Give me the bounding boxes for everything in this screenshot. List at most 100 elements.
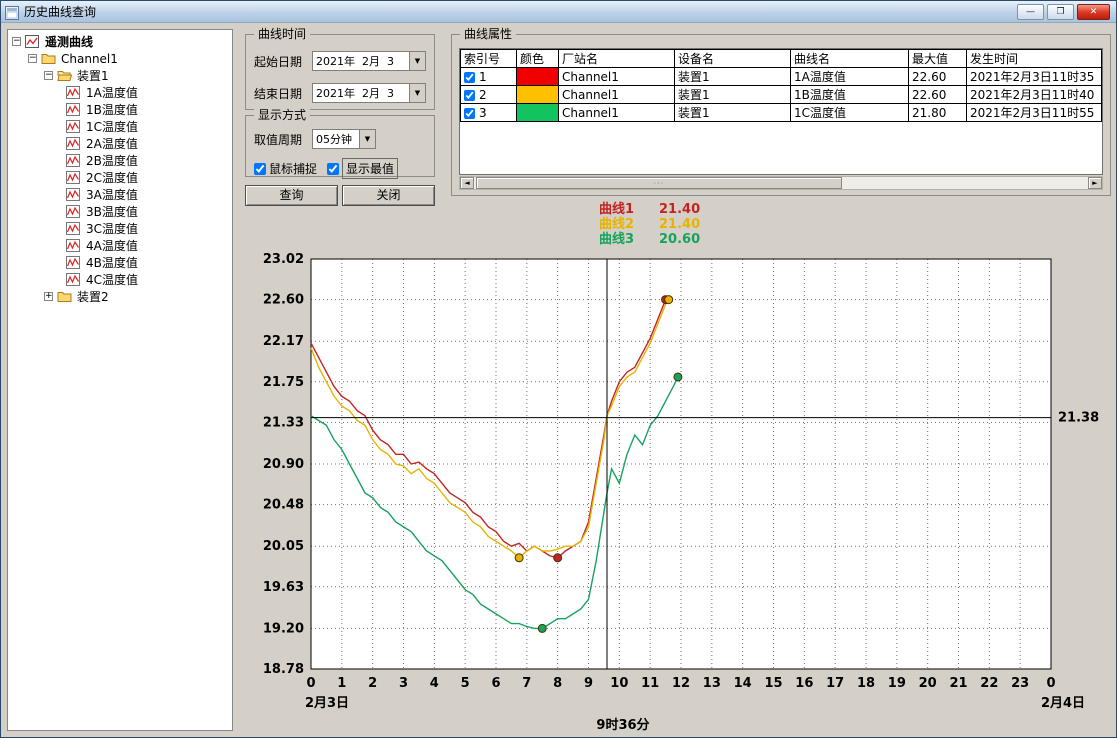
tree-label: 装置2 bbox=[77, 288, 109, 305]
tree-leaf-4A温度值[interactable]: 4A温度值 bbox=[8, 237, 232, 254]
collapse-icon[interactable]: − bbox=[28, 54, 37, 63]
scroll-left-icon[interactable]: ◄ bbox=[460, 177, 474, 189]
display-mode-title: 显示方式 bbox=[254, 108, 310, 122]
svg-text:22.17: 22.17 bbox=[263, 334, 304, 349]
close-dialog-button[interactable]: 关闭 bbox=[342, 185, 435, 206]
svg-text:18: 18 bbox=[857, 676, 875, 691]
legend-value: 21.40 bbox=[659, 217, 700, 232]
cell-station: Channel1 bbox=[559, 86, 675, 104]
curve-time-groupbox: 曲线时间 起始日期 2021年 2月 3 ▼ 结束日期 2021年 2月 3 ▼ bbox=[245, 34, 435, 110]
mouse-capture-checkbox[interactable] bbox=[254, 163, 266, 175]
cell-index: 2 bbox=[461, 86, 517, 104]
start-date-value: 2021年 2月 3 bbox=[313, 53, 409, 69]
cell-occur-time: 2021年2月3日11时35 bbox=[967, 68, 1102, 86]
scrollbar-thumb[interactable]: ··· bbox=[476, 177, 842, 189]
cell-max-value: 21.80 bbox=[909, 104, 967, 122]
svg-text:23.02: 23.02 bbox=[263, 252, 304, 267]
row-checkbox[interactable] bbox=[464, 108, 475, 119]
scroll-right-icon[interactable]: ► bbox=[1088, 177, 1102, 189]
svg-text:15: 15 bbox=[764, 676, 782, 691]
cell-occur-time: 2021年2月3日11时40 bbox=[967, 86, 1102, 104]
maximize-button[interactable]: ❐ bbox=[1047, 4, 1074, 20]
svg-text:0: 0 bbox=[306, 676, 315, 691]
start-date-combo[interactable]: 2021年 2月 3 ▼ bbox=[312, 51, 426, 71]
show-extreme-checkbox[interactable] bbox=[327, 163, 339, 175]
query-button[interactable]: 查询 bbox=[245, 185, 338, 206]
svg-text:21.75: 21.75 bbox=[263, 375, 304, 390]
tree-label: 2A温度值 bbox=[86, 135, 138, 152]
svg-text:12: 12 bbox=[672, 676, 690, 691]
svg-text:9时36分: 9时36分 bbox=[596, 717, 649, 733]
tree-leaf-2C温度值[interactable]: 2C温度值 bbox=[8, 169, 232, 186]
tree-node-device1[interactable]: −装置1 bbox=[8, 67, 232, 84]
expand-icon[interactable]: + bbox=[44, 292, 53, 301]
close-button[interactable]: ✕ bbox=[1077, 4, 1110, 20]
tree-leaf-1A温度值[interactable]: 1A温度值 bbox=[8, 84, 232, 101]
curve-time-title: 曲线时间 bbox=[254, 27, 310, 41]
tree-label: 4A温度值 bbox=[86, 237, 138, 254]
folder-open-icon bbox=[57, 69, 73, 82]
show-extreme-option[interactable]: 显示最值 bbox=[327, 158, 398, 179]
svg-text:21.38: 21.38 bbox=[1058, 411, 1099, 426]
tree-label: 3B温度值 bbox=[86, 203, 138, 220]
tree-label: 1C温度值 bbox=[86, 118, 138, 135]
tree-leaf-3A温度值[interactable]: 3A温度值 bbox=[8, 186, 232, 203]
color-swatch bbox=[517, 104, 559, 122]
chevron-down-icon[interactable]: ▼ bbox=[409, 84, 425, 102]
svg-text:18.78: 18.78 bbox=[263, 662, 304, 677]
history-curve-chart[interactable]: 0123456789101112131415161718192021222302… bbox=[251, 249, 1111, 737]
tree-label: 3A温度值 bbox=[86, 186, 138, 203]
tree-leaf-3C温度值[interactable]: 3C温度值 bbox=[8, 220, 232, 237]
tree-node-device2[interactable]: + 装置2 bbox=[8, 288, 232, 305]
curve-icon bbox=[66, 171, 82, 184]
legend-value: 21.40 bbox=[659, 202, 700, 217]
row-checkbox[interactable] bbox=[464, 90, 475, 101]
period-value: 05分钟 bbox=[313, 131, 359, 147]
tree-leaf-2B温度值[interactable]: 2B温度值 bbox=[8, 152, 232, 169]
column-header: 厂站名 bbox=[559, 50, 675, 68]
tree-leaf-2A温度值[interactable]: 2A温度值 bbox=[8, 135, 232, 152]
period-combo[interactable]: 05分钟 ▼ bbox=[312, 129, 376, 149]
cell-index: 1 bbox=[461, 68, 517, 86]
column-header: 颜色 bbox=[517, 50, 559, 68]
column-header: 最大值 bbox=[909, 50, 967, 68]
legend-row: 曲线221.40 bbox=[599, 217, 700, 232]
tree-leaf-3B温度值[interactable]: 3B温度值 bbox=[8, 203, 232, 220]
row-checkbox[interactable] bbox=[464, 72, 475, 83]
title-bar[interactable]: 历史曲线查询 — ❐ ✕ bbox=[1, 1, 1116, 23]
mouse-capture-option[interactable]: 鼠标捕捉 bbox=[254, 160, 317, 177]
end-date-combo[interactable]: 2021年 2月 3 ▼ bbox=[312, 83, 426, 103]
svg-text:20.48: 20.48 bbox=[263, 498, 304, 513]
collapse-icon[interactable]: − bbox=[12, 37, 21, 46]
curve-icon bbox=[66, 154, 82, 167]
curve-icon bbox=[66, 239, 82, 252]
svg-text:19.20: 19.20 bbox=[263, 621, 304, 636]
curve-icon bbox=[66, 222, 82, 235]
tree-leaf-4B温度值[interactable]: 4B温度值 bbox=[8, 254, 232, 271]
tree-root-telemetry-curves[interactable]: − 遥测曲线 bbox=[8, 33, 232, 50]
cell-curve-name: 1B温度值 bbox=[791, 86, 909, 104]
curve-attr-table: 索引号颜色厂站名设备名曲线名最大值发生时间 1Channel1装置11A温度值2… bbox=[460, 49, 1102, 122]
curve-icon bbox=[66, 188, 82, 201]
legend-row: 曲线320.60 bbox=[599, 232, 700, 247]
chevron-down-icon[interactable]: ▼ bbox=[409, 52, 425, 70]
curve-icon bbox=[66, 273, 82, 286]
tree-label: 遥测曲线 bbox=[45, 33, 93, 50]
tree-leaf-1B温度值[interactable]: 1B温度值 bbox=[8, 101, 232, 118]
svg-text:19: 19 bbox=[888, 676, 906, 691]
horizontal-scrollbar[interactable]: ◄ ··· ► bbox=[459, 176, 1103, 190]
tree-label: 4B温度值 bbox=[86, 254, 138, 271]
minimize-button[interactable]: — bbox=[1017, 4, 1044, 20]
curve-icon bbox=[66, 137, 82, 150]
svg-text:21.33: 21.33 bbox=[263, 415, 304, 430]
end-date-label: 结束日期 bbox=[254, 85, 312, 102]
svg-text:20: 20 bbox=[919, 676, 937, 691]
collapse-icon[interactable]: − bbox=[44, 71, 53, 80]
chevron-down-icon[interactable]: ▼ bbox=[359, 130, 375, 148]
curve-attr-title: 曲线属性 bbox=[460, 27, 516, 41]
svg-text:21: 21 bbox=[949, 676, 967, 691]
tree-leaf-1C温度值[interactable]: 1C温度值 bbox=[8, 118, 232, 135]
tree-node-channel1[interactable]: −Channel1 bbox=[8, 50, 232, 67]
tree-leaf-4C温度值[interactable]: 4C温度值 bbox=[8, 271, 232, 288]
curve-icon bbox=[66, 86, 82, 99]
